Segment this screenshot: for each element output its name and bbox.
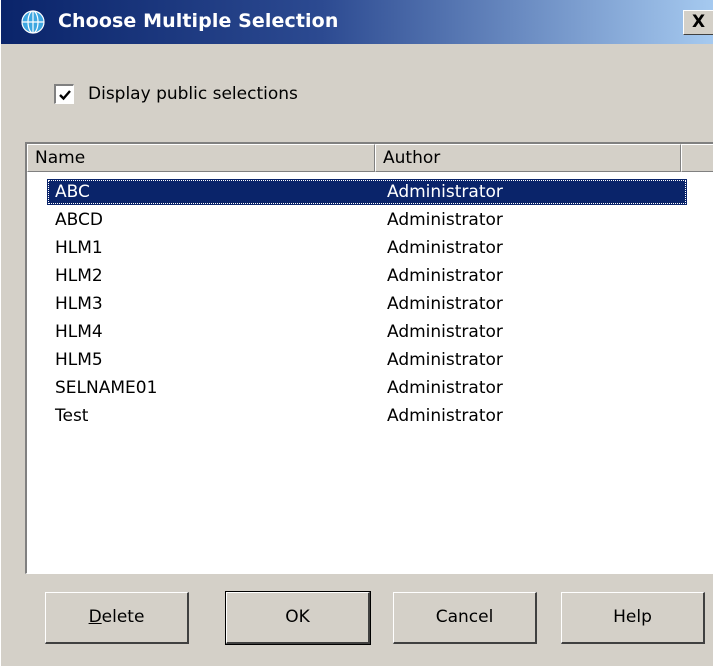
item-author: Administrator bbox=[387, 406, 503, 426]
list-rows: ABC Administrator ABCD Administrator HLM… bbox=[27, 178, 713, 430]
item-author: Administrator bbox=[387, 238, 503, 258]
item-author: Administrator bbox=[387, 182, 503, 202]
delete-button[interactable]: Delete bbox=[45, 592, 189, 644]
item-name: SELNAME01 bbox=[55, 378, 158, 398]
cancel-button[interactable]: Cancel bbox=[393, 592, 537, 644]
list-item[interactable]: HLM2 Administrator bbox=[27, 262, 713, 290]
window-title: Choose Multiple Selection bbox=[58, 10, 339, 32]
display-public-checkbox[interactable] bbox=[54, 84, 74, 104]
list-item[interactable]: SELNAME01 Administrator bbox=[27, 374, 713, 402]
item-author: Administrator bbox=[387, 350, 503, 370]
item-name: HLM3 bbox=[55, 294, 103, 314]
selection-list[interactable]: Name Author ABC Administrator ABCD Admin… bbox=[25, 142, 713, 574]
list-header: Name Author bbox=[27, 144, 713, 172]
delete-accelerator: D bbox=[88, 607, 102, 627]
list-item[interactable]: HLM3 Administrator bbox=[27, 290, 713, 318]
item-name: ABC bbox=[55, 182, 90, 202]
list-item[interactable]: Test Administrator bbox=[27, 402, 713, 430]
item-name: HLM5 bbox=[55, 350, 103, 370]
item-author: Administrator bbox=[387, 322, 503, 342]
display-public-label: Display public selections bbox=[88, 84, 298, 104]
delete-label: elete bbox=[101, 607, 145, 627]
dialog-window: Choose Multiple Selection X Display publ… bbox=[0, 0, 713, 666]
column-header-extra[interactable] bbox=[681, 144, 713, 172]
item-name: ABCD bbox=[55, 210, 103, 230]
list-item[interactable]: HLM5 Administrator bbox=[27, 346, 713, 374]
checkmark-icon bbox=[59, 90, 71, 101]
item-author: Administrator bbox=[387, 266, 503, 286]
item-author: Administrator bbox=[387, 294, 503, 314]
column-header-author[interactable]: Author bbox=[375, 144, 681, 172]
selection-highlight bbox=[47, 179, 687, 205]
item-name: HLM1 bbox=[55, 238, 103, 258]
list-item[interactable]: HLM4 Administrator bbox=[27, 318, 713, 346]
display-public-option[interactable]: Display public selections bbox=[54, 84, 298, 104]
globe-icon bbox=[21, 10, 45, 34]
item-name: HLM2 bbox=[55, 266, 103, 286]
title-bar[interactable]: Choose Multiple Selection X bbox=[1, 0, 713, 44]
close-button[interactable]: X bbox=[683, 10, 713, 35]
item-author: Administrator bbox=[387, 210, 503, 230]
column-header-name[interactable]: Name bbox=[27, 144, 375, 172]
item-name: HLM4 bbox=[55, 322, 103, 342]
ok-button[interactable]: OK bbox=[225, 591, 371, 645]
item-name: Test bbox=[55, 406, 89, 426]
list-item[interactable]: HLM1 Administrator bbox=[27, 234, 713, 262]
list-item[interactable]: ABCD Administrator bbox=[27, 206, 713, 234]
help-button[interactable]: Help bbox=[561, 592, 705, 644]
item-author: Administrator bbox=[387, 378, 503, 398]
list-item[interactable]: ABC Administrator bbox=[27, 178, 713, 206]
